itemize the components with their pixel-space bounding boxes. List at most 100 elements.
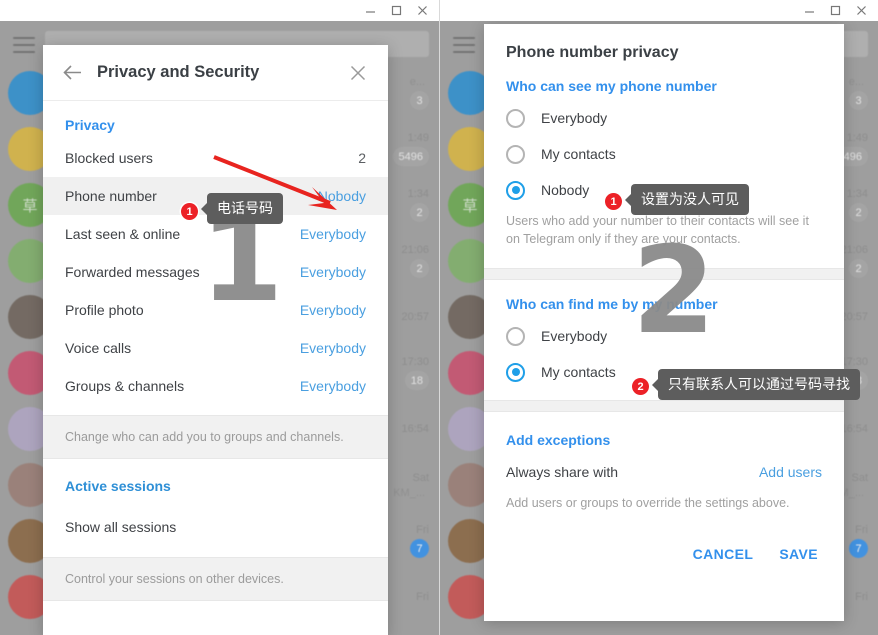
- setting-value: Everybody: [299, 264, 366, 280]
- chat-time: 16:54: [401, 423, 429, 435]
- always-share-label: Always share with: [506, 464, 619, 481]
- setting-label: Profile photo: [65, 302, 144, 318]
- hint-text: Change who can add you to groups and cha…: [65, 430, 344, 444]
- chat-time: Fri: [416, 591, 429, 603]
- exceptions-hint: Add users or groups to override the sett…: [506, 496, 790, 511]
- chat-time: Sat: [851, 471, 868, 484]
- step-tooltip-find: 只有联系人可以通过号码寻找: [658, 369, 860, 400]
- maximize-icon[interactable]: [822, 1, 848, 21]
- cancel-button[interactable]: CANCEL: [693, 546, 754, 562]
- add-users-link[interactable]: Add users: [759, 464, 822, 480]
- setting-label: Forwarded messages: [65, 264, 200, 280]
- chat-time: 21:06: [401, 244, 429, 256]
- chat-time: Fri: [416, 524, 429, 536]
- section-heading-privacy: Privacy: [65, 117, 115, 133]
- privacy-and-security-dialog: Privacy and Security Privacy Blocked use…: [43, 45, 388, 635]
- chat-time: 20:57: [840, 311, 868, 323]
- chat-time: 1:34: [846, 188, 868, 200]
- unread-badge: 2: [849, 259, 868, 278]
- setting-value: Everybody: [299, 302, 366, 318]
- chat-time: Sat: [412, 471, 429, 484]
- step-tooltip-see: 设置为没人可见: [631, 184, 749, 215]
- chat-time: Fri: [855, 591, 868, 603]
- setting-value: Everybody: [299, 340, 366, 356]
- setting-value: Everybody: [299, 378, 366, 394]
- minimize-icon[interactable]: [357, 1, 383, 21]
- setting-value: 2: [358, 150, 366, 166]
- hint-text: Control your sessions on other devices.: [65, 572, 284, 586]
- section-heading-see: Who can see my phone number: [506, 78, 717, 94]
- unread-badge: 2: [410, 203, 429, 222]
- unread-badge: 18: [404, 371, 429, 390]
- groups-hint-section: Change who can add you to groups and cha…: [43, 415, 388, 459]
- radio-option-see-everybody[interactable]: Everybody: [484, 100, 844, 136]
- step-badge-see: 1: [605, 193, 622, 210]
- radio-label: Everybody: [541, 110, 608, 126]
- setting-value: Everybody: [299, 226, 366, 242]
- titlebar-right: [440, 0, 878, 21]
- setting-row-blocked-users[interactable]: Blocked users 2: [43, 139, 388, 177]
- close-icon[interactable]: [409, 1, 435, 21]
- radio-icon[interactable]: [506, 326, 525, 346]
- minimize-icon[interactable]: [796, 1, 822, 21]
- setting-row-groups-channels[interactable]: Groups & channels Everybody: [43, 367, 388, 405]
- chat-preview: e...: [848, 76, 864, 88]
- show-all-sessions-label: Show all sessions: [65, 519, 177, 535]
- sessions-section: Active sessions Show all sessions: [43, 459, 388, 557]
- titlebar-left: [0, 0, 439, 21]
- chat-preview: KM_...: [393, 486, 425, 499]
- unread-badge: 2: [849, 203, 868, 222]
- radio-option-see-my-contacts[interactable]: My contacts: [484, 136, 844, 172]
- setting-label: Blocked users: [65, 150, 153, 166]
- unread-badge: 3: [849, 91, 868, 110]
- chat-time: 20:57: [401, 311, 429, 323]
- setting-label: Last seen & online: [65, 226, 181, 242]
- chat-time: 16:54: [840, 423, 868, 435]
- hamburger-menu-icon[interactable]: [453, 37, 475, 58]
- show-all-sessions-row[interactable]: Show all sessions: [43, 507, 388, 547]
- chat-time: 1:34: [407, 188, 429, 200]
- back-arrow-icon[interactable]: [59, 60, 85, 86]
- setting-label: Groups & channels: [65, 378, 185, 394]
- radio-icon[interactable]: [506, 144, 525, 164]
- radio-icon[interactable]: [506, 108, 525, 128]
- save-button[interactable]: SAVE: [779, 546, 818, 562]
- hamburger-menu-icon[interactable]: [13, 37, 35, 58]
- exceptions-section: Add exceptions Always share with Add use…: [484, 412, 844, 533]
- unread-badge: 7: [410, 539, 429, 558]
- close-icon[interactable]: [346, 61, 370, 85]
- setting-row-voice-calls[interactable]: Voice calls Everybody: [43, 329, 388, 367]
- unread-badge: 2: [410, 259, 429, 278]
- setting-label: Voice calls: [65, 340, 132, 356]
- step-watermark-2: 2: [632, 222, 716, 361]
- radio-icon-selected[interactable]: [506, 180, 525, 200]
- close-icon[interactable]: [848, 1, 874, 21]
- chat-time: 17:30: [401, 356, 429, 368]
- window-left: e... 3 1:49 5496 草 1:34 2 21:06 2 20:57 17:30…: [0, 0, 439, 635]
- always-share-with-row[interactable]: Always share with Add users: [484, 454, 844, 490]
- screenshot-root: e... 3 1:49 5496 草 1:34 2 21:06 2 20:57 17:30…: [0, 0, 878, 635]
- dialog-actions: CANCEL SAVE: [484, 532, 844, 578]
- radio-label: Everybody: [541, 328, 608, 345]
- chat-time: 1:49: [407, 132, 429, 144]
- chat-time: Fri: [855, 524, 868, 536]
- chat-time: 17:30: [840, 356, 868, 368]
- radio-icon-selected[interactable]: [506, 362, 525, 382]
- divider: [484, 400, 844, 413]
- section-heading-exceptions: Add exceptions: [506, 432, 611, 449]
- chat-time: 1:49: [846, 132, 868, 144]
- radio-label: My contacts: [541, 146, 616, 162]
- unread-badge: 3: [410, 91, 429, 110]
- dialog-title: Phone number privacy: [506, 44, 679, 61]
- step-badge-1: 1: [181, 203, 198, 220]
- active-sessions-row[interactable]: Active sessions: [43, 465, 388, 507]
- page-title: Privacy and Security: [97, 63, 260, 81]
- maximize-icon[interactable]: [383, 1, 409, 21]
- step-badge-find: 2: [632, 378, 649, 395]
- chat-time: 21:06: [840, 244, 868, 256]
- window-right: e... 3 1:49 5496 草 1:34 2 21:06 2 20:57 17:30…: [439, 0, 878, 635]
- radio-label: Nobody: [541, 182, 590, 198]
- unread-badge: 5496: [392, 147, 429, 166]
- setting-label: Phone number: [65, 188, 157, 204]
- step-tooltip-1: 电话号码: [207, 193, 283, 224]
